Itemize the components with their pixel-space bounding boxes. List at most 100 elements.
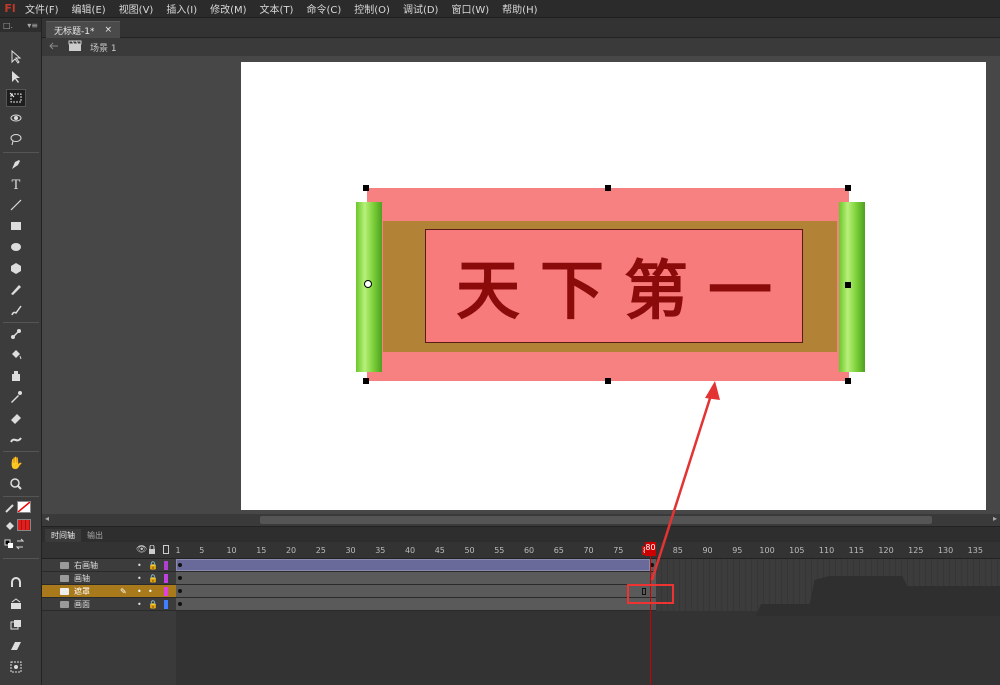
- back-arrow-icon[interactable]: [48, 41, 60, 54]
- ruler-tick-label[interactable]: 120: [878, 546, 893, 555]
- hand-tool-icon[interactable]: ✋: [6, 454, 26, 472]
- scroll-artwork[interactable]: 天下第一: [355, 185, 865, 384]
- playhead-marker[interactable]: 80: [645, 542, 656, 556]
- keyframe[interactable]: [178, 563, 182, 567]
- tools-panel-menu-icon[interactable]: ▾≡: [27, 21, 38, 30]
- menu-file[interactable]: 文件(F): [20, 1, 67, 16]
- fill-color-icon[interactable]: [3, 517, 17, 535]
- lock-dot-icon[interactable]: •: [148, 585, 153, 598]
- stroke-color-swatch[interactable]: [17, 501, 31, 513]
- keyframe[interactable]: [178, 589, 182, 593]
- document-tab[interactable]: 无标题-1* ×: [46, 21, 121, 38]
- playhead[interactable]: [650, 541, 651, 685]
- ruler-tick-label[interactable]: 95: [732, 546, 742, 555]
- line-tool-icon[interactable]: [6, 196, 26, 214]
- transform-handle[interactable]: [605, 185, 611, 191]
- tab-timeline[interactable]: 时间轴: [45, 529, 81, 542]
- menu-text[interactable]: 文本(T): [255, 1, 302, 16]
- swap-colors-icon[interactable]: [3, 535, 27, 553]
- text-tool-icon[interactable]: T: [6, 176, 26, 194]
- menu-insert[interactable]: 插入(I): [161, 1, 205, 16]
- ruler-tick-label[interactable]: 55: [494, 546, 504, 555]
- pen-tool-icon[interactable]: [6, 155, 26, 173]
- layer-row[interactable]: 画轴 • 🔒: [42, 572, 176, 585]
- 3d-rotation-tool-icon[interactable]: [6, 109, 26, 127]
- menu-window[interactable]: 窗口(W): [446, 1, 497, 16]
- rectangle-tool-icon[interactable]: [6, 217, 26, 235]
- visibility-dot-icon[interactable]: •: [137, 598, 142, 611]
- layer-name[interactable]: 右画轴: [74, 559, 98, 572]
- scene-label[interactable]: 场景 1: [90, 41, 117, 54]
- layer-row[interactable]: 右画轴 • 🔒: [42, 559, 176, 572]
- ruler-tick-label[interactable]: 40: [405, 546, 415, 555]
- zoom-tool-icon[interactable]: [6, 475, 26, 493]
- ruler-tick-label[interactable]: 60: [524, 546, 534, 555]
- visibility-dot-icon[interactable]: •: [137, 559, 142, 572]
- layer-name[interactable]: 画面: [74, 598, 90, 611]
- ink-bottle-tool-icon[interactable]: [6, 367, 26, 385]
- eyedropper-tool-icon[interactable]: [6, 388, 26, 406]
- ruler-tick-label[interactable]: 135: [968, 546, 983, 555]
- smooth-icon[interactable]: [6, 595, 26, 613]
- close-icon[interactable]: ×: [104, 25, 112, 35]
- menu-help[interactable]: 帮助(H): [497, 1, 545, 16]
- rotate-skew-icon[interactable]: [6, 658, 26, 676]
- ruler-tick-label[interactable]: 20: [286, 546, 296, 555]
- layer-name[interactable]: 遮罩: [74, 585, 90, 598]
- layer-color-swatch[interactable]: [164, 561, 168, 570]
- menu-edit[interactable]: 编辑(E): [67, 1, 114, 16]
- transform-handle[interactable]: [845, 185, 851, 191]
- lock-icon[interactable]: 🔒: [148, 598, 158, 611]
- motion-tween-span[interactable]: [176, 559, 650, 571]
- paint-bucket-tool-icon[interactable]: [6, 346, 26, 364]
- ruler-tick-label[interactable]: 5: [199, 546, 204, 555]
- ruler-tick-label[interactable]: 100: [759, 546, 774, 555]
- ruler-tick-label[interactable]: 130: [938, 546, 953, 555]
- ruler-tick-label[interactable]: 45: [435, 546, 445, 555]
- eraser-tool-icon[interactable]: [6, 409, 26, 427]
- transform-handle[interactable]: [845, 282, 851, 288]
- bone-tool-icon[interactable]: [6, 325, 26, 343]
- visibility-dot-icon[interactable]: •: [137, 572, 142, 585]
- ruler-tick-label[interactable]: 65: [554, 546, 564, 555]
- selection-tool-icon[interactable]: [6, 48, 26, 66]
- lock-icon[interactable]: 🔒: [148, 559, 158, 572]
- ruler-tick-label[interactable]: 105: [789, 546, 804, 555]
- scroll-right-icon[interactable]: ▸: [993, 514, 997, 523]
- ruler-tick-label[interactable]: 30: [345, 546, 355, 555]
- ruler-tick-label[interactable]: 35: [375, 546, 385, 555]
- ruler-tick-label[interactable]: 25: [316, 546, 326, 555]
- pencil-tool-icon[interactable]: [6, 280, 26, 298]
- menu-view[interactable]: 视图(V): [114, 1, 162, 16]
- ruler-tick-label[interactable]: 1: [175, 546, 180, 555]
- ruler-tick-label[interactable]: 85: [673, 546, 683, 555]
- transform-handle[interactable]: [605, 378, 611, 384]
- ruler-tick-label[interactable]: 115: [849, 546, 864, 555]
- brush-tool-icon[interactable]: [6, 301, 26, 319]
- eye-icon[interactable]: 👁: [136, 545, 147, 555]
- straighten-icon[interactable]: [6, 616, 26, 634]
- layer-color-swatch[interactable]: [164, 600, 168, 609]
- ruler-tick-label[interactable]: 110: [819, 546, 834, 555]
- scroll-left-icon[interactable]: ◂: [45, 514, 49, 523]
- menu-debug[interactable]: 调试(D): [398, 1, 447, 16]
- transform-pivot[interactable]: [364, 280, 372, 288]
- ruler-tick-label[interactable]: 70: [583, 546, 593, 555]
- layer-color-swatch[interactable]: [164, 574, 168, 583]
- keyframe[interactable]: [178, 602, 182, 606]
- menu-control[interactable]: 控制(O): [349, 1, 398, 16]
- tab-output[interactable]: 输出: [81, 529, 109, 542]
- scrollbar-thumb[interactable]: [260, 516, 932, 524]
- layer-row[interactable]: 画面 • 🔒: [42, 598, 176, 611]
- transform-handle[interactable]: [363, 378, 369, 384]
- layer-row-selected[interactable]: 遮罩 ✎ • •: [42, 585, 176, 598]
- menu-modify[interactable]: 修改(M): [205, 1, 254, 16]
- outline-icon[interactable]: [163, 545, 169, 557]
- layer-name[interactable]: 画轴: [74, 572, 90, 585]
- transform-handle[interactable]: [363, 185, 369, 191]
- right-roller[interactable]: [839, 202, 865, 372]
- ruler-tick-label[interactable]: 10: [226, 546, 236, 555]
- menu-commands[interactable]: 命令(C): [301, 1, 349, 16]
- ruler-tick-label[interactable]: 125: [908, 546, 923, 555]
- width-tool-icon[interactable]: [6, 430, 26, 448]
